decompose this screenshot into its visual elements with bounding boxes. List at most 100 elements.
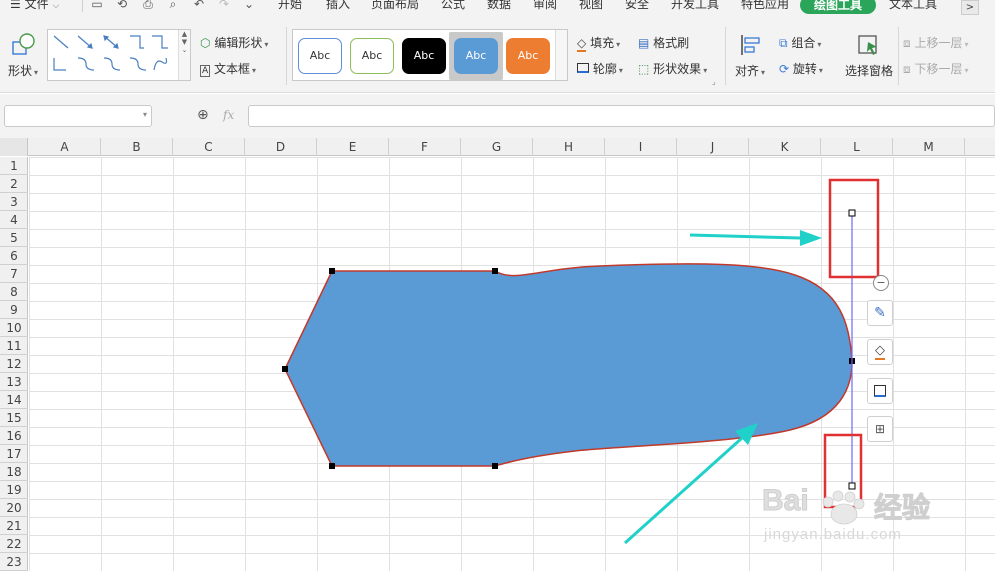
rotate-label: 旋转: [792, 62, 817, 76]
tab-formulas[interactable]: 公式: [441, 0, 465, 13]
outline-button[interactable]: 轮廓 ▾: [577, 60, 623, 77]
outline-icon: [874, 385, 886, 397]
outline-quick-button[interactable]: [867, 378, 893, 404]
fx-icon[interactable]: fx: [223, 108, 234, 122]
shape-button[interactable]: 形状 ▾: [8, 62, 38, 79]
bring-forward-button[interactable]: ⧈ 上移一层 ▾: [903, 34, 969, 51]
fill-quick-button[interactable]: ◇: [867, 339, 893, 365]
shape-insert-icon[interactable]: [10, 32, 38, 58]
print-preview-icon[interactable]: ⌕: [166, 0, 180, 11]
redo-icon[interactable]: ↷: [217, 0, 231, 11]
tab-text-tools[interactable]: 文本工具: [889, 0, 937, 13]
dropdown-arrow-icon: ▾: [817, 40, 822, 49]
shape-style-gallery[interactable]: Abc Abc Abc Abc Abc: [292, 29, 568, 81]
file-menu[interactable]: ☰ 文件 ⌵: [10, 0, 59, 13]
tab-review[interactable]: 审阅: [533, 0, 557, 13]
watermark-url: jingyan.baidu.com: [764, 526, 902, 543]
align-icon[interactable]: [738, 33, 764, 57]
print-icon[interactable]: ⎙: [141, 0, 155, 11]
connector-shapes-icon: [53, 35, 168, 71]
fill-bucket-icon: ◇: [577, 36, 587, 52]
chevron-down-icon: ⌵: [52, 1, 60, 11]
dialog-launcher-icon[interactable]: ⌟: [712, 77, 716, 86]
selection-pane-button[interactable]: 选择窗格: [845, 62, 893, 79]
resize-handle[interactable]: [329, 463, 335, 469]
customize-qa-icon[interactable]: ⌄: [242, 0, 256, 11]
dropdown-arrow-icon: ▾: [618, 66, 623, 75]
layout-icon: ⊞: [874, 422, 886, 436]
shape-effect-button[interactable]: ⬚ 形状效果 ▾: [638, 60, 707, 77]
tab-insert[interactable]: 插入: [326, 0, 350, 13]
textbox-label: 文本框: [214, 62, 251, 76]
resize-handle[interactable]: [282, 366, 288, 372]
edit-shape-label: 编辑形状: [214, 36, 263, 50]
zoom-icon[interactable]: ⊕: [197, 107, 209, 123]
dropdown-arrow-icon: ▾: [964, 40, 969, 49]
fill-button[interactable]: ◇ 填充 ▾: [577, 34, 621, 52]
control-point-top[interactable]: [848, 209, 856, 217]
rotate-button[interactable]: ⟳ 旋转 ▾: [779, 60, 823, 77]
group-button[interactable]: ⧉ 组合 ▾: [779, 34, 821, 51]
gallery-scrollbar[interactable]: [555, 30, 567, 80]
shape-effect-label: 形状效果: [653, 62, 702, 76]
tab-security[interactable]: 安全: [625, 0, 649, 13]
watermark-brand-cn: 经验: [873, 491, 931, 525]
undo-icon[interactable]: ↶: [192, 0, 206, 11]
format-painter-label: 格式刷: [653, 36, 690, 50]
textbox-button[interactable]: A 文本框 ▾: [200, 60, 256, 77]
tab-page-layout[interactable]: 页面布局: [371, 0, 419, 13]
shape-gallery[interactable]: ▲ ▼ ⌄: [47, 29, 191, 81]
align-button[interactable]: 对齐 ▾: [735, 62, 765, 79]
tab-developer[interactable]: 开发工具: [671, 0, 719, 13]
style-swatch-1[interactable]: Abc: [298, 38, 342, 74]
tab-home[interactable]: 开始: [278, 0, 302, 13]
group-icon: ⧉: [779, 36, 788, 50]
dropdown-arrow-icon: ▾: [964, 66, 969, 75]
layout-options-button[interactable]: ⊞: [867, 416, 893, 442]
gallery-scrollbar[interactable]: ▲ ▼ ⌄: [178, 30, 190, 80]
selected-shape[interactable]: [284, 263, 853, 467]
tab-special-apps[interactable]: 特色应用: [741, 0, 789, 13]
dropdown-arrow-icon: ▾: [264, 40, 269, 49]
edit-shape-button[interactable]: ⬡ 编辑形状 ▾: [200, 34, 268, 51]
more-tabs-button[interactable]: >: [961, 0, 979, 15]
resize-handle[interactable]: [492, 463, 498, 469]
edit-shape-icon: ⬡: [200, 36, 211, 50]
hamburger-icon: ☰: [10, 0, 21, 11]
save-icon[interactable]: ▭: [90, 0, 104, 11]
selection-pane-label: 选择窗格: [845, 64, 894, 78]
menu-bar: ☰ 文件 ⌵ ▭ ⟲ ⎙ ⌕ ↶ ↷ ⌄ 开始 插入 页面布局 公式 数据 审阅…: [0, 0, 995, 17]
ribbon-separator: [286, 27, 287, 85]
selection-pane-icon[interactable]: [856, 33, 882, 57]
annotation-arrow-right: [689, 230, 822, 246]
group-label: 组合: [791, 36, 816, 50]
send-backward-button[interactable]: ⧈ 下移一层 ▾: [903, 60, 969, 77]
style-swatch-2[interactable]: Abc: [350, 38, 394, 74]
dropdown-arrow-icon: ▾: [34, 68, 39, 77]
fill-label: 填充: [590, 36, 615, 50]
name-box[interactable]: ▾: [4, 105, 152, 127]
outline-label: 轮廓: [592, 62, 617, 76]
formula-input[interactable]: [248, 105, 995, 127]
style-swatch-4[interactable]: Abc: [454, 38, 498, 74]
resize-handle[interactable]: [492, 268, 498, 274]
shape-effect-icon: ⬚: [638, 62, 650, 76]
dropdown-arrow-icon: ▾: [818, 66, 823, 75]
style-swatch-3[interactable]: Abc: [402, 38, 446, 74]
cloud-icon[interactable]: ⟲: [115, 0, 129, 11]
brush-icon: ✎: [874, 305, 886, 321]
format-painter-button[interactable]: ▤ 格式刷: [638, 34, 689, 51]
shape-button-label: 形状: [8, 64, 33, 78]
tab-drawing-tools[interactable]: 绘图工具: [800, 0, 876, 14]
dropdown-arrow-icon: ▾: [616, 40, 621, 49]
chevron-down-icon: ▾: [142, 110, 147, 119]
collapse-icon[interactable]: −: [873, 275, 889, 291]
dropdown-arrow-icon: ▾: [703, 66, 708, 75]
resize-handle[interactable]: [329, 268, 335, 274]
tab-data[interactable]: 数据: [487, 0, 511, 13]
style-swatch-5[interactable]: Abc: [506, 38, 550, 74]
highlight-box-top: [828, 178, 880, 279]
tab-view[interactable]: 视图: [579, 0, 603, 13]
formula-bar: ▾ ⊕ fx: [0, 94, 995, 138]
brush-button[interactable]: ✎: [867, 300, 893, 326]
